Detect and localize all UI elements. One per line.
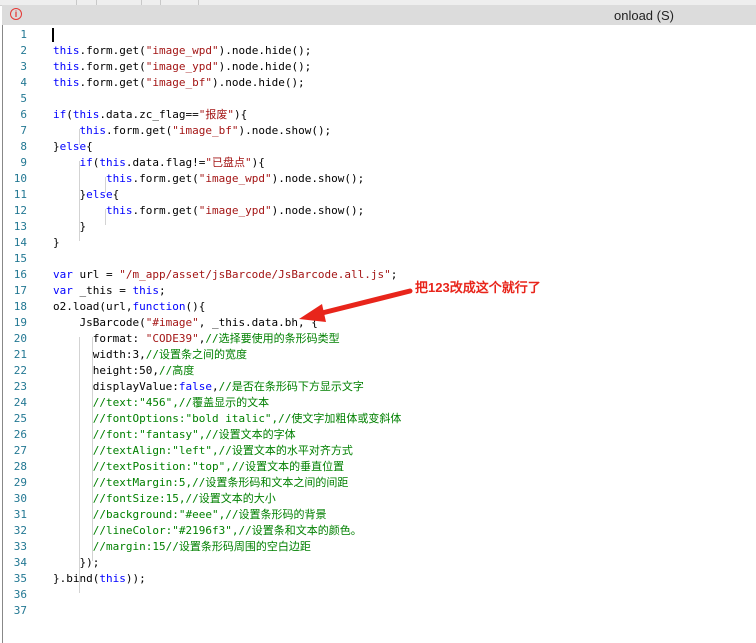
annotation-note: 把123改成这个就行了 bbox=[415, 280, 541, 295]
red-arrow-annotation bbox=[299, 288, 413, 322]
